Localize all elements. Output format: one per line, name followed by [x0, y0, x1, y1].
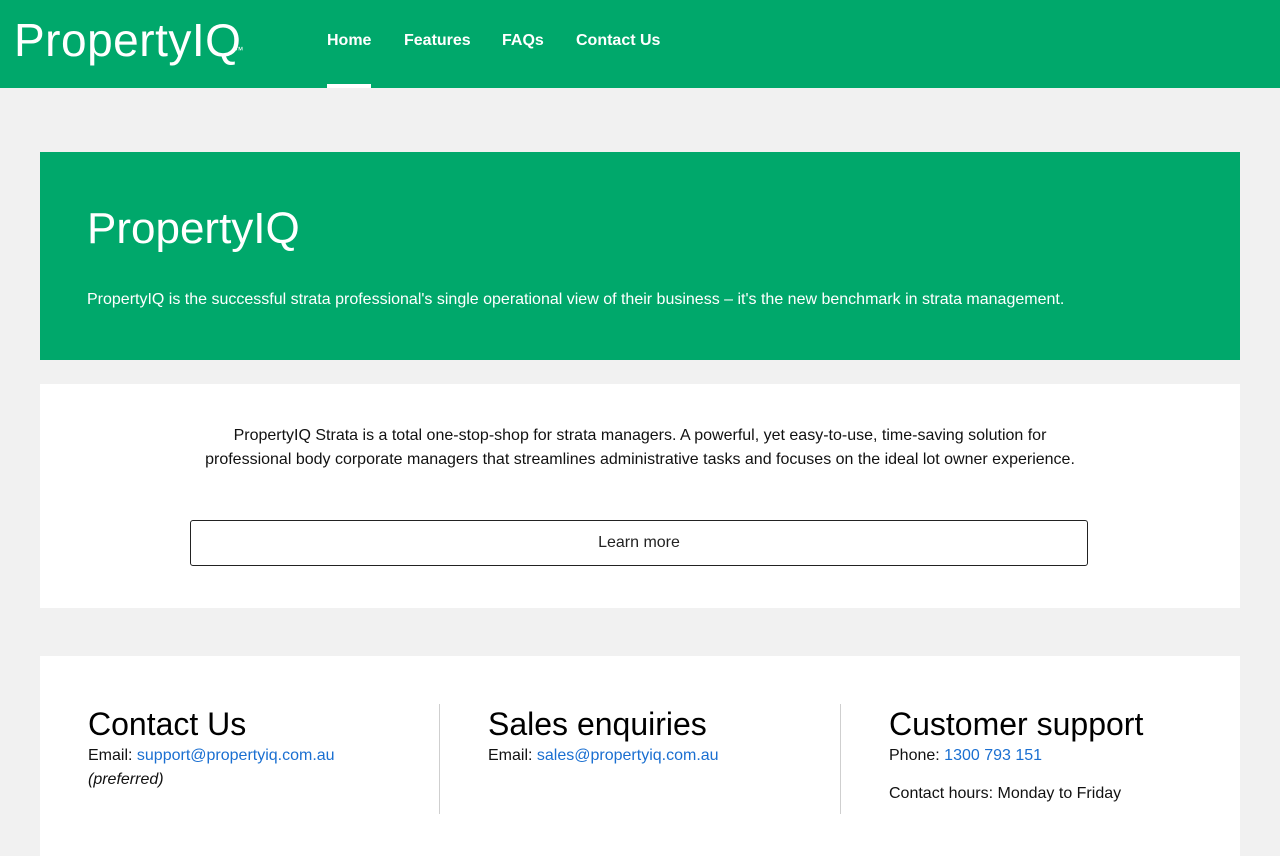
nav-contact-link[interactable]: Contact Us: [576, 32, 660, 50]
nav-home-link[interactable]: Home: [327, 32, 371, 50]
trademark-symbol: ™: [234, 45, 244, 55]
contact-section: Contact Us Email: support@propertyiq.com…: [40, 656, 1240, 856]
support-heading: Customer support: [889, 706, 1144, 742]
learn-more-button[interactable]: Learn more: [190, 520, 1088, 566]
contact-email-line: Email: support@propertyiq.com.au: [88, 744, 335, 768]
top-navigation-bar: PropertyIQ ™ Home Features FAQs Contact U…: [0, 0, 1280, 88]
active-nav-indicator: [327, 84, 371, 88]
support-phone-line: Phone: 1300 793 151: [889, 744, 1143, 768]
contact-us-column: Contact Us Email: support@propertyiq.com…: [88, 704, 335, 792]
propertyiq-logo[interactable]: PropertyIQ ™: [14, 8, 243, 72]
support-hours: Contact hours: Monday to Friday: [889, 785, 1122, 802]
support-email-link[interactable]: support@propertyiq.com.au: [137, 747, 335, 764]
support-phone-link[interactable]: 1300 793 151: [944, 747, 1042, 764]
intro-section: PropertyIQ Strata is a total one-stop-sh…: [40, 384, 1240, 608]
logo-text: PropertyIQ: [14, 14, 242, 66]
nav-features-link[interactable]: Features: [404, 32, 471, 50]
preferred-note: (preferred): [88, 771, 164, 788]
hero-description: PropertyIQ is the successful strata prof…: [87, 291, 1065, 308]
column-divider: [840, 704, 841, 814]
hero-title: PropertyIQ: [87, 204, 300, 253]
email-label: Email:: [488, 747, 533, 764]
hero-banner: PropertyIQ PropertyIQ is the successful …: [40, 152, 1240, 360]
phone-label: Phone:: [889, 747, 940, 764]
contact-us-heading: Contact Us: [88, 706, 247, 742]
sales-email-link[interactable]: sales@propertyiq.com.au: [537, 747, 719, 764]
sales-email-line: Email: sales@propertyiq.com.au: [488, 744, 719, 768]
sales-heading: Sales enquiries: [488, 706, 707, 742]
email-label: Email:: [88, 747, 133, 764]
column-divider: [439, 704, 440, 814]
nav-faqs-link[interactable]: FAQs: [502, 32, 544, 50]
intro-description: PropertyIQ Strata is a total one-stop-sh…: [205, 427, 1075, 468]
sales-enquiries-column: Sales enquiries Email: sales@propertyiq.…: [488, 704, 719, 768]
customer-support-column: Customer support Phone: 1300 793 151 Con…: [889, 704, 1143, 806]
